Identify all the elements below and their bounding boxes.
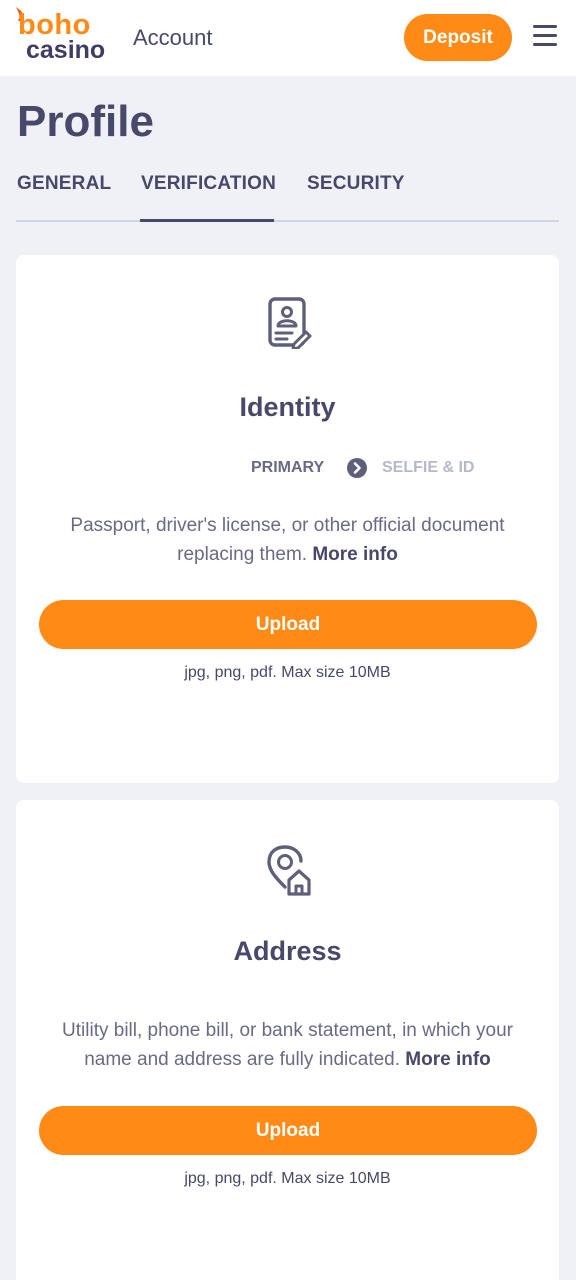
address-title: Address <box>233 936 342 966</box>
tab-verification[interactable]: VERIFICATION <box>141 172 276 196</box>
tab-security[interactable]: SECURITY <box>307 172 405 196</box>
profile-tabs: GENERAL VERIFICATION SECURITY <box>16 166 559 222</box>
tab-general[interactable]: GENERAL <box>17 172 111 196</box>
address-card: Address Utility bill, phone bill, or ban… <box>16 800 559 1280</box>
header-title: Account <box>133 25 213 50</box>
identity-title: Identity <box>239 392 336 422</box>
location-home-icon <box>267 845 311 896</box>
identity-upload-button[interactable]: Upload <box>39 600 537 649</box>
logo-text-casino: casino <box>26 36 106 64</box>
verification-steps: PRIMARY SELFIE & ID <box>16 457 559 479</box>
address-upload-button[interactable]: Upload <box>39 1106 537 1155</box>
identity-description: Passport, driver's license, or other off… <box>36 511 539 569</box>
address-description: Utility bill, phone bill, or bank statem… <box>36 1016 539 1074</box>
active-tab-indicator <box>140 219 274 222</box>
step-selfie-id[interactable]: SELFIE & ID <box>382 457 474 479</box>
identity-more-info-link[interactable]: More info <box>312 544 398 565</box>
chevron-right-icon <box>347 458 367 478</box>
identity-file-hint: jpg, png, pdf. Max size 10MB <box>184 664 391 681</box>
step-primary[interactable]: PRIMARY <box>251 457 324 479</box>
tabs-divider <box>16 220 559 222</box>
boho-casino-logo[interactable]: boho casino <box>16 6 106 64</box>
identity-card: Identity PRIMARY SELFIE & ID Passport, d… <box>16 255 559 783</box>
id-card-icon <box>268 297 312 349</box>
address-file-hint: jpg, png, pdf. Max size 10MB <box>184 1170 391 1187</box>
address-more-info-link[interactable]: More info <box>405 1049 491 1070</box>
top-header: boho casino Account Deposit <box>0 0 576 76</box>
hamburger-menu-icon[interactable] <box>533 25 557 47</box>
identity-description-text: Passport, driver's license, or other off… <box>70 515 505 565</box>
deposit-button[interactable]: Deposit <box>404 14 512 61</box>
page-title: Profile <box>17 97 154 146</box>
